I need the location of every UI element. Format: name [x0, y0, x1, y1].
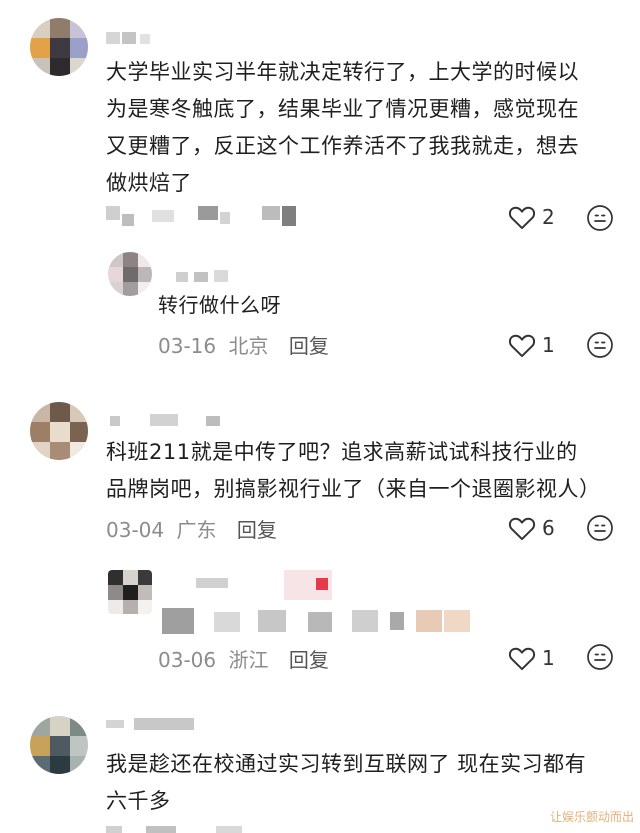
like-count: 2: [542, 205, 555, 229]
smiley-icon[interactable]: [586, 514, 614, 542]
like-button[interactable]: 6: [508, 515, 555, 541]
comment-text: 大学毕业实习半年就决定转行了，上大学的时候以 为是寒冬触底了，结果毕业了情况更糟…: [106, 54, 626, 202]
comment-text-line: 科班211就是中传了吧？追求高薪试试科技行业的: [106, 440, 578, 464]
meta-blurred: [106, 200, 306, 230]
comment-meta: 03-04 广东 回复: [106, 514, 277, 543]
smiley-icon[interactable]: [586, 204, 614, 232]
meta-blurred: [106, 826, 306, 833]
comment-text: 我是趁还在校通过实习转到互联网了 现在实习都有 六千多: [106, 746, 626, 820]
reply-text-blurred: [162, 608, 472, 636]
comment-date: 03-04: [106, 518, 165, 542]
like-button[interactable]: 1: [508, 645, 555, 671]
comment-location: 广东: [176, 518, 217, 542]
like-count: 1: [542, 333, 555, 357]
avatar[interactable]: [30, 716, 88, 774]
avatar[interactable]: [108, 252, 152, 296]
reply-date: 03-06: [158, 648, 217, 672]
reply-meta: 03-06 浙江 回复: [158, 644, 329, 673]
reply-button[interactable]: 回复: [289, 334, 329, 358]
reply-location: 浙江: [228, 648, 269, 672]
reply-meta: 03-16 北京 回复: [158, 330, 329, 359]
like-count: 1: [542, 646, 555, 670]
heart-outline-icon: [508, 204, 536, 230]
reply-button[interactable]: 回复: [289, 648, 329, 672]
comment-text-line: 为是寒冬触底了，结果毕业了情况更糟，感觉现在: [106, 97, 579, 121]
comment-text-line: 又更糟了，反正这个工作养活不了我我就走，想去: [106, 134, 579, 158]
username-blurred[interactable]: [110, 414, 230, 430]
avatar[interactable]: [30, 18, 88, 76]
comment-text: 科班211就是中传了吧？追求高薪试试科技行业的 品牌岗吧，别搞影视行业了（来自一…: [106, 434, 626, 508]
comment-text-line: 品牌岗吧，别搞影视行业了（来自一个退圈影视人）: [106, 477, 601, 501]
avatar[interactable]: [30, 402, 88, 460]
reply-location: 北京: [228, 334, 269, 358]
username-blurred[interactable]: [176, 270, 246, 284]
heart-outline-icon: [508, 332, 536, 358]
like-button[interactable]: 2: [508, 204, 555, 230]
comment-text-line: 做烘焙了: [106, 171, 192, 195]
reply-text: 转行做什么呀: [158, 293, 281, 317]
like-button[interactable]: 1: [508, 332, 555, 358]
username-blurred[interactable]: [106, 716, 206, 732]
comment-text-line: 我是趁还在校通过实习转到互联网了 现在实习都有: [106, 752, 587, 776]
avatar[interactable]: [108, 570, 152, 614]
reply-date: 03-16: [158, 334, 217, 358]
heart-outline-icon: [508, 645, 536, 671]
like-count: 6: [542, 516, 555, 540]
reply-button[interactable]: 回复: [237, 518, 277, 542]
username-blurred[interactable]: [106, 32, 156, 46]
comment-text-line: 六千多: [106, 789, 171, 813]
smiley-icon[interactable]: [586, 643, 614, 671]
smiley-icon[interactable]: [586, 331, 614, 359]
comment-text-line: 大学毕业实习半年就决定转行了，上大学的时候以: [106, 60, 579, 84]
heart-outline-icon: [508, 515, 536, 541]
watermark: 让娱乐颤动而出: [549, 810, 634, 824]
username-blurred[interactable]: [196, 570, 346, 606]
